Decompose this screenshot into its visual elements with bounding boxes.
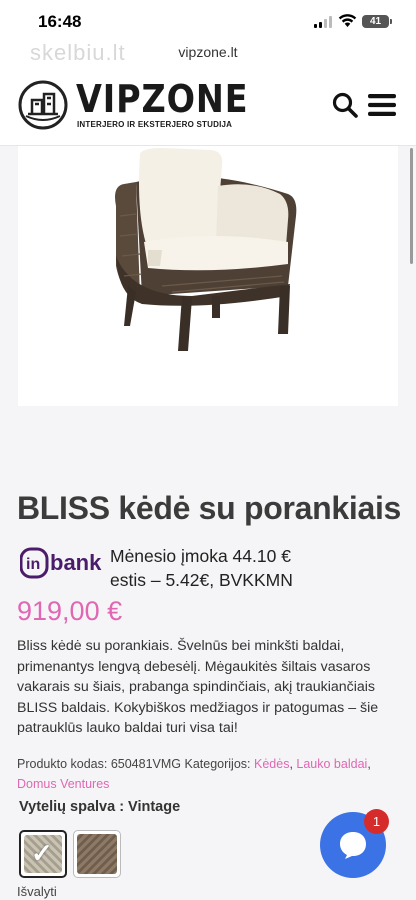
logo-icon[interactable] bbox=[18, 80, 68, 130]
swatch-texture bbox=[77, 834, 117, 874]
sku-value: 650481VMG bbox=[110, 757, 182, 771]
sku-label: Produkto kodas: bbox=[17, 757, 108, 771]
address-bar[interactable]: skelbiu.lt vipzone.lt bbox=[0, 40, 416, 66]
cellular-signal-icon bbox=[314, 16, 334, 28]
svg-text:bank: bank bbox=[50, 550, 102, 575]
product-description: Bliss kėdė su porankiais. Švelnūs bei mi… bbox=[17, 638, 379, 737]
inbank-logo[interactable]: in bank bbox=[20, 547, 104, 579]
product-image[interactable] bbox=[18, 146, 398, 406]
product-meta: Produkto kodas: 650481VMG Kategorijos: K… bbox=[17, 757, 371, 791]
status-bar: 16:48 41 bbox=[0, 0, 416, 44]
chat-bubble-icon bbox=[340, 832, 366, 859]
installment-line-2: estis – 5.42€, BVKKMN bbox=[110, 570, 293, 590]
site-header: VIPZONE INTERJERO IR EKSTERJERO STUDIJA bbox=[0, 66, 416, 146]
hamburger-menu-icon[interactable] bbox=[368, 94, 396, 116]
page-scrollbar[interactable] bbox=[410, 148, 413, 264]
brand-name[interactable]: VIPZONE bbox=[76, 80, 249, 118]
chat-notification-badge: 1 bbox=[364, 809, 389, 834]
url-text[interactable]: vipzone.lt bbox=[0, 44, 416, 60]
product-title: BLISS kėdė su porankiais bbox=[17, 490, 402, 526]
check-icon: ✓ bbox=[31, 838, 53, 868]
clock: 16:48 bbox=[38, 12, 82, 31]
swatch-vintage[interactable]: ✓ bbox=[19, 830, 67, 878]
product-price: 919,00 € bbox=[17, 596, 123, 626]
installment-line-1: Mėnesio įmoka 44.10 € bbox=[110, 546, 291, 566]
battery-indicator: 41 bbox=[362, 15, 392, 28]
brand-tagline: INTERJERO IR EKSTERJERO STUDIJA bbox=[77, 120, 233, 129]
swatch-brown[interactable] bbox=[73, 830, 121, 878]
category-link-lauko-baldai[interactable]: Lauko baldai bbox=[296, 757, 367, 771]
variant-label: Vytelių spalva : Vintage bbox=[19, 799, 181, 815]
chair-image bbox=[115, 148, 297, 351]
clear-selection-link[interactable]: Išvalyti bbox=[17, 884, 57, 899]
search-icon[interactable] bbox=[332, 92, 358, 118]
category-link-kedes[interactable]: Kėdės bbox=[254, 757, 289, 771]
category-link-domus-ventures[interactable]: Domus Ventures bbox=[17, 777, 109, 791]
categories-label: Kategorijos: bbox=[184, 757, 251, 771]
wifi-icon bbox=[338, 14, 357, 27]
svg-text:in: in bbox=[26, 556, 40, 573]
